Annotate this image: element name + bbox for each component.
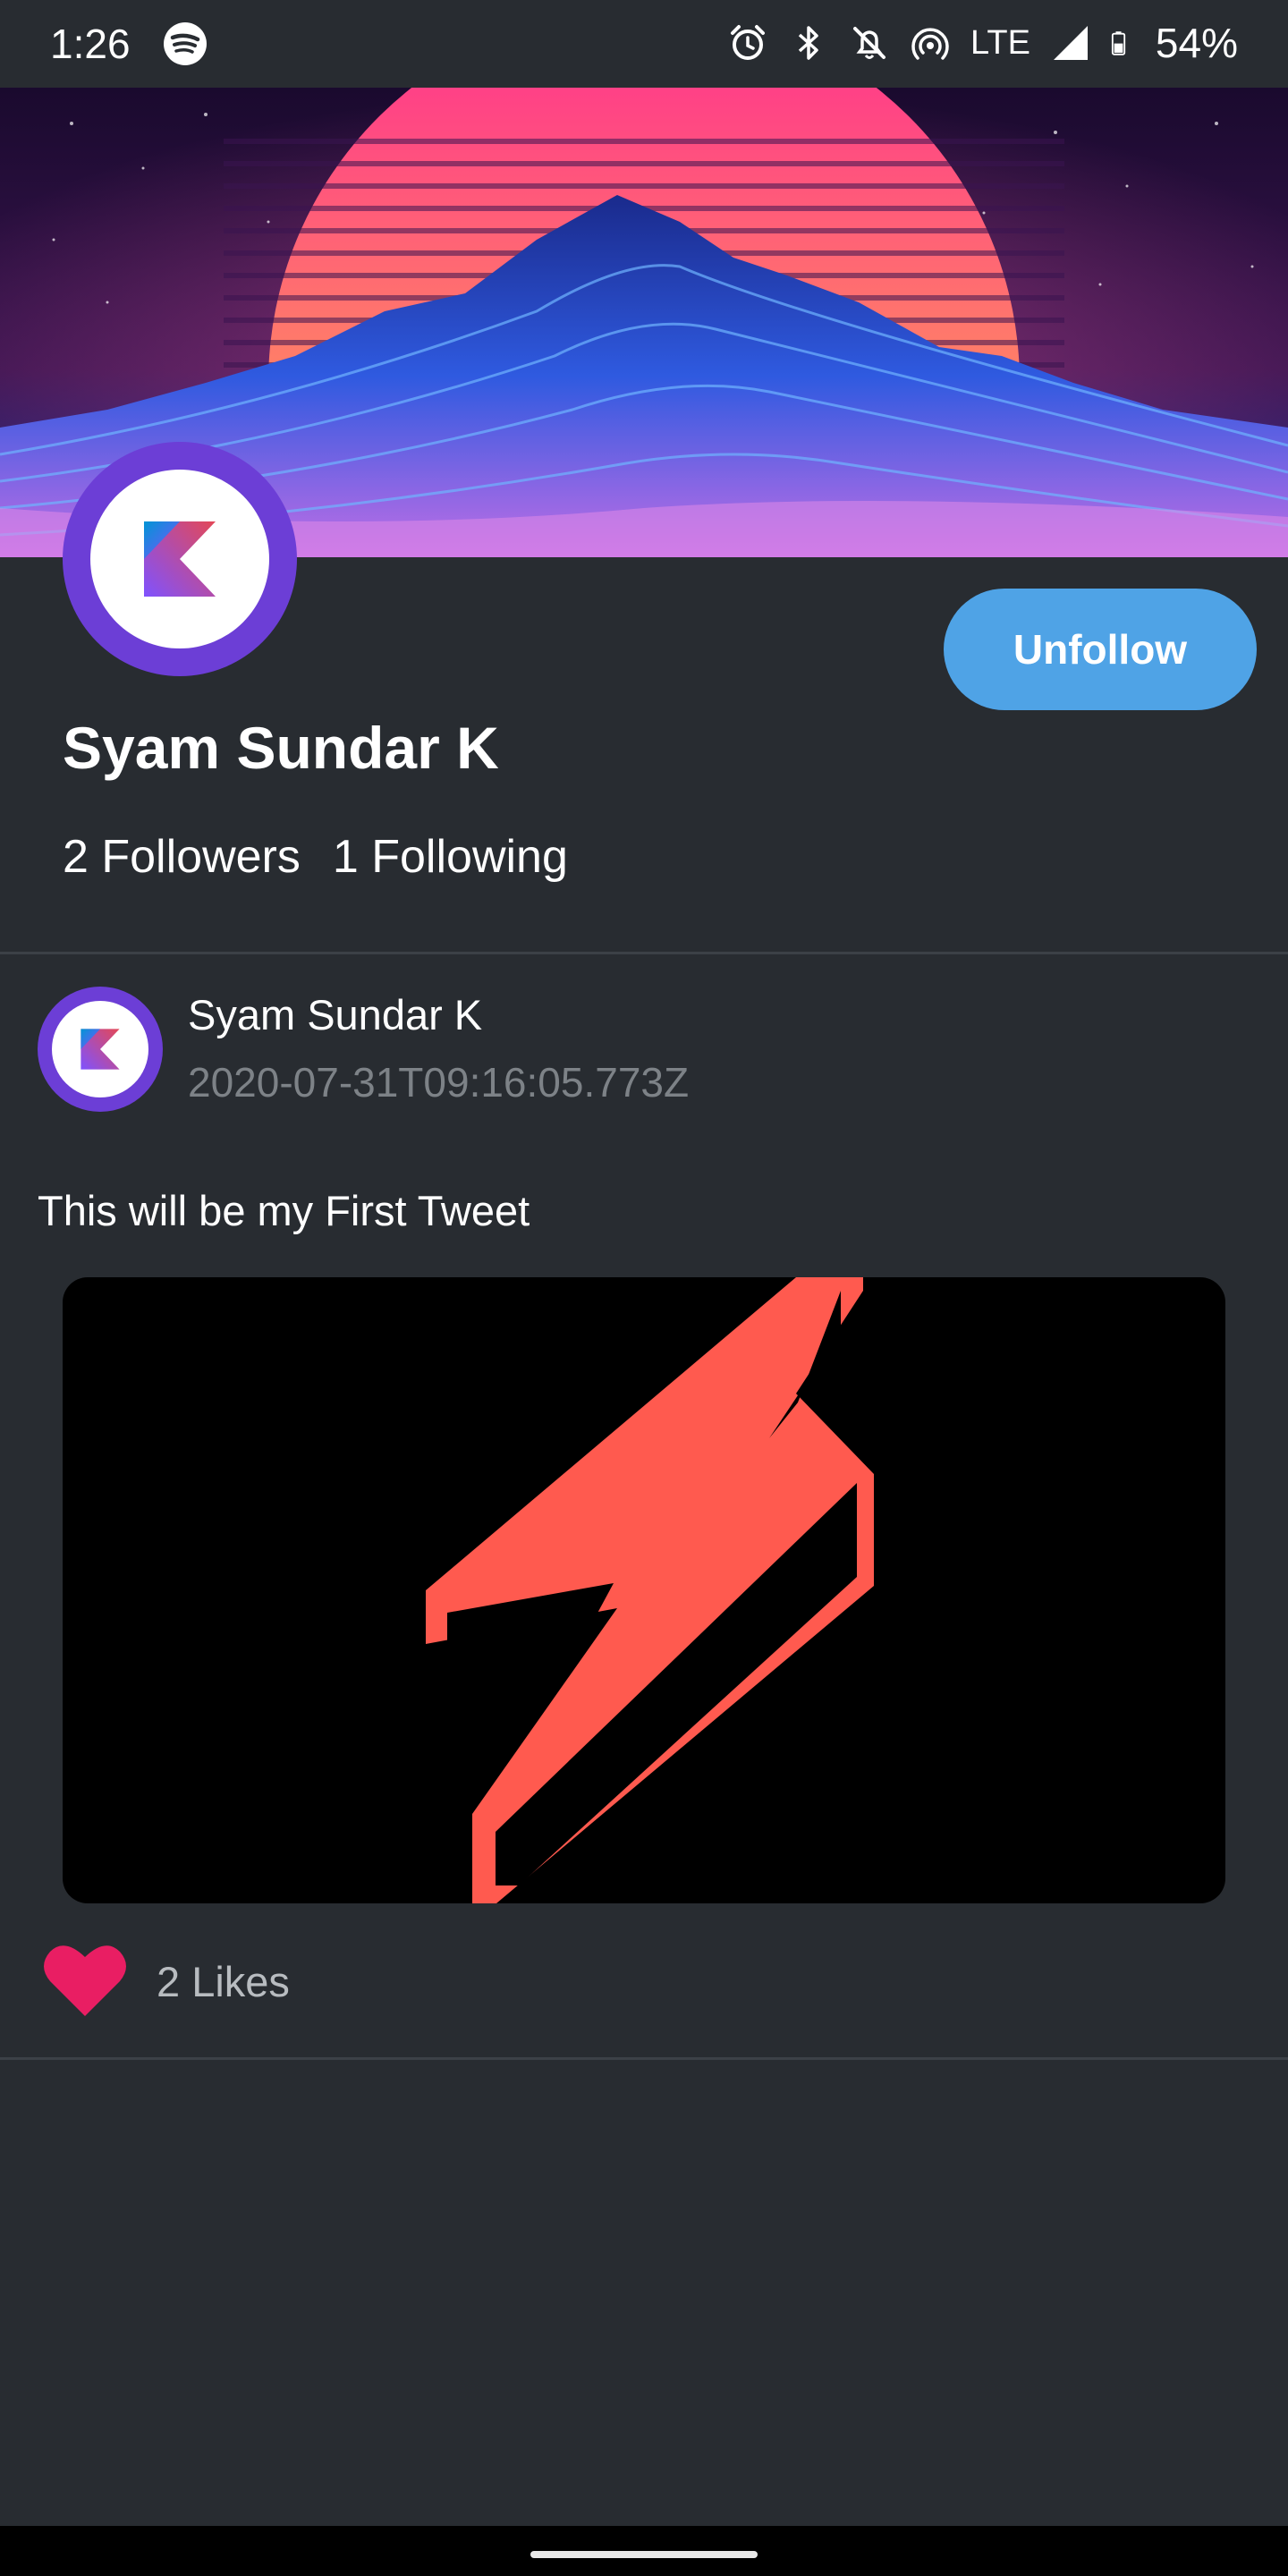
spotify-icon — [164, 22, 207, 65]
notifications-off-icon — [853, 27, 886, 59]
tweet-divider — [0, 2057, 1288, 2060]
kotlin-logo-icon — [144, 521, 216, 597]
network-type: LTE — [970, 23, 1030, 62]
profile-name: Syam Sundar K — [63, 715, 499, 781]
followers-count[interactable]: 2 Followers — [63, 828, 301, 886]
like-count: 2 Likes — [157, 1958, 290, 2005]
status-icons: LTE 54% — [727, 16, 1238, 70]
tweet-author-name[interactable]: Syam Sundar K — [188, 988, 482, 1042]
kotlin-logo-icon — [80, 1029, 120, 1070]
profile-avatar[interactable] — [63, 442, 297, 676]
profile-divider — [0, 952, 1288, 954]
unfollow-button[interactable]: Unfollow — [944, 589, 1257, 710]
avatar-inner — [52, 1001, 148, 1097]
avatar-inner — [90, 470, 269, 648]
status-bar: 1:26 LTE 54% — [0, 0, 1288, 88]
home-gesture-handle[interactable] — [530, 2551, 758, 2558]
signal-icon — [1053, 26, 1088, 60]
following-count[interactable]: 1 Following — [333, 828, 568, 886]
heart-icon[interactable] — [43, 1941, 127, 2018]
lightning-bolt-icon — [426, 1277, 874, 1903]
tweet-text: This will be my First Tweet — [38, 1187, 530, 1234]
battery-icon — [1111, 31, 1126, 55]
status-time: 1:26 — [50, 21, 131, 67]
tweet-timestamp: 2020-07-31T09:16:05.773Z — [188, 1059, 690, 1106]
bluetooth-icon — [798, 26, 818, 60]
tweet-media[interactable] — [63, 1277, 1225, 1903]
tweet-author-avatar[interactable] — [38, 987, 163, 1112]
alarm-icon — [731, 25, 766, 60]
follow-stats: 2 Followers 1 Following — [63, 828, 568, 886]
battery-percent: 54% — [1155, 20, 1238, 66]
hotspot-icon — [911, 28, 949, 60]
system-nav-bar — [0, 2526, 1288, 2576]
